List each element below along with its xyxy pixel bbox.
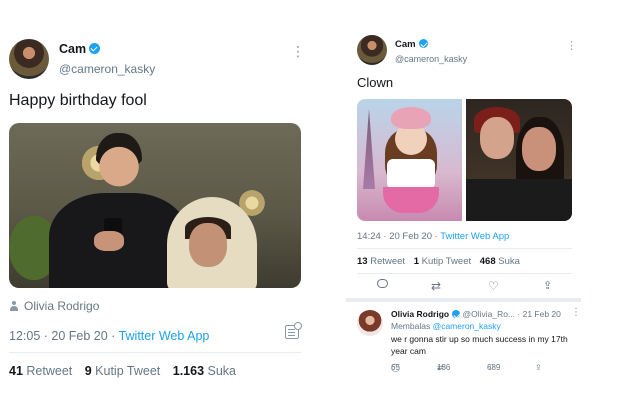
media-tag[interactable]: Olivia Rodrigo [9,299,99,313]
right-tweet: Cam @cameron_kasky ⋮ Clown 14:24 · 20 Fe… [346,0,620,413]
more-icon[interactable]: ⋮ [566,41,577,52]
tweet-text: Happy birthday fool [9,92,147,109]
tweet-time[interactable]: 14:24 · 20 Feb 20 · [357,231,440,242]
reply-like-count: 689 [487,363,501,372]
retweet-icon: ⇄ [431,279,442,293]
user-icon [9,301,19,311]
author-name[interactable]: Cam [59,42,86,56]
share-button[interactable]: ⇪ [543,279,552,292]
author-name[interactable]: Cam [395,39,416,50]
share-icon: ⇪ [535,363,542,372]
tweet-text: Clown [357,75,394,90]
retweets-label[interactable]: Retweet [26,364,72,378]
tagged-user[interactable]: Olivia Rodrigo [24,299,99,313]
divider [357,248,572,249]
replying-to-handle[interactable]: @cameron_kasky [433,321,501,331]
selfie-body [466,179,572,221]
photo-tower [363,109,375,189]
reply-date[interactable]: · 21 Feb 20 [517,309,560,319]
more-icon[interactable]: ⋮ [291,44,305,58]
tweet-stats: 13 Retweet 1 Kutip Tweet 468 Suka [357,256,526,267]
tweet-time[interactable]: 12:05 · 20 Feb 20 · [9,329,119,343]
doll-shirt [387,159,435,189]
reply-author-handle[interactable]: @Olivia_Ro... [462,309,515,319]
reply-avatar[interactable] [357,310,383,336]
tweet-source[interactable]: Twitter Web App [440,231,509,242]
more-icon[interactable]: ⋮ [571,307,581,318]
tweet-meta: 12:05 · 20 Feb 20 · Twitter Web App [9,329,209,343]
photo-person-head [96,133,142,189]
verified-badge-icon [418,39,428,48]
quotes-count[interactable]: 9 [85,364,92,378]
author-avatar[interactable] [357,35,387,65]
quotes-label[interactable]: Kutip Tweet [422,256,471,267]
likes-count[interactable]: 468 [480,256,496,267]
verified-badge-icon [89,43,101,54]
tweet-source[interactable]: Twitter Web App [119,329,210,343]
photo-hand [94,231,124,251]
tweet-stats: 41 Retweet 9 Kutip Tweet 1.163 Suka [9,364,245,378]
replying-to: Membalas @cameron_kasky [391,321,501,331]
likes-label[interactable]: Suka [208,364,237,378]
photo-face [189,223,227,267]
author-avatar[interactable] [9,39,49,79]
divider [357,273,572,274]
author-handle[interactable]: @cameron_kasky [395,54,467,64]
reply-header: Olivia Rodrigo @Olivia_Ro... · 21 Feb 20 [391,309,561,319]
reply-retweet-count: 136 [437,363,451,372]
reply-icon [377,279,388,288]
selfie-face [480,117,514,159]
quotes-label[interactable]: Kutip Tweet [95,364,160,378]
author-name-row[interactable]: Cam [59,42,101,56]
retweets-label[interactable]: Retweet [370,256,405,267]
verified-badge-icon [452,310,461,318]
left-tweet: Cam @cameron_kasky ⋮ Happy birthday fool… [0,0,318,413]
doll-skirt [383,187,439,213]
retweets-count[interactable]: 13 [357,256,368,267]
tweet-photo[interactable] [9,123,301,288]
reply-count: 65 [391,363,400,372]
quotes-count[interactable]: 1 [414,256,419,267]
retweet-button[interactable]: ⇄ [431,279,441,293]
tweet-photo-doll[interactable] [357,99,462,221]
author-handle[interactable]: @cameron_kasky [59,62,155,76]
divider [9,352,301,353]
retweets-count[interactable]: 41 [9,364,23,378]
likes-count[interactable]: 1.163 [173,364,204,378]
like-icon: ♡ [488,279,499,293]
tweet-photo-selfie[interactable] [466,99,572,221]
author-name-row[interactable]: Cam [395,39,428,50]
doll-hat [391,107,431,129]
tweet-actions: ⇄ ♡ ⇪ [357,279,572,295]
reply-text: we r gonna stir up so much success in my… [391,334,568,356]
share-icon: ⇪ [543,280,553,292]
section-divider [346,298,581,302]
reply-button[interactable] [377,279,388,291]
likes-label[interactable]: Suka [498,256,520,267]
reply-author-name[interactable]: Olivia Rodrigo [391,309,449,319]
like-button[interactable]: ♡ [488,279,499,293]
replying-label: Membalas [391,321,433,331]
selfie-face [522,127,556,171]
tweet-meta: 14:24 · 20 Feb 20 · Twitter Web App [357,231,509,242]
analytics-icon[interactable] [285,322,302,339]
